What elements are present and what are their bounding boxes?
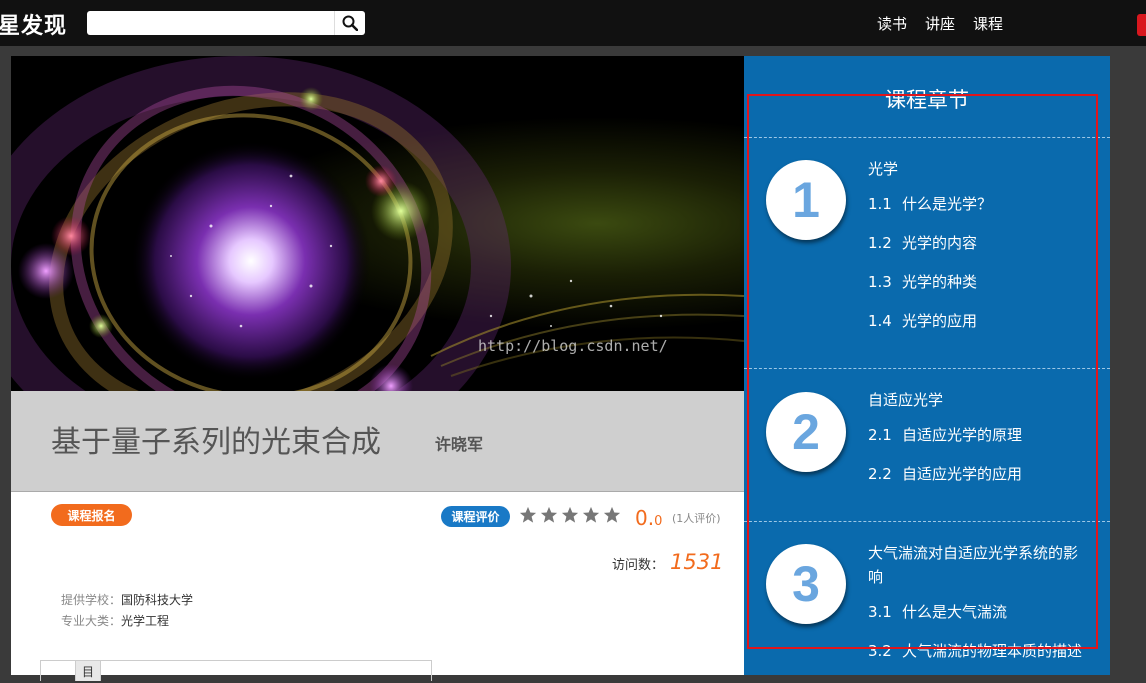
chapter-number-badge: 1 (766, 160, 846, 240)
banner-watermark: http://blog.csdn.net/ (478, 337, 668, 355)
site-logo[interactable]: 星发现 (0, 8, 67, 40)
section-title: 光学的种类 (902, 273, 978, 291)
section-title: 自适应光学的原理 (902, 426, 1023, 444)
section-link[interactable]: 1.3 光学的种类 (868, 271, 977, 292)
school-info: 提供学校：国防科技大学 (61, 591, 193, 608)
section-title: 大气湍流的物理本质的描述 (902, 642, 1083, 660)
tab-catalog[interactable]: 目 (75, 661, 101, 681)
rating-count: (1人评价) (672, 512, 721, 525)
top-navbar: 星发现 读书 讲座 课程 (0, 0, 1146, 46)
section-link[interactable]: 2.1 自适应光学的原理 (868, 424, 1022, 445)
search-button[interactable] (334, 11, 365, 35)
star-icon[interactable] (561, 506, 579, 524)
sidebar-divider (744, 137, 1110, 138)
chapter-number-badge: 3 (766, 544, 846, 624)
visit-label: 访问数： (612, 558, 665, 573)
course-teacher[interactable]: 许晓军 (435, 431, 483, 455)
major-info: 专业大类：光学工程 (61, 612, 169, 629)
course-main: http://blog.csdn.net/ 基于量子系列的光束合成 许晓军 课程… (11, 56, 744, 681)
section-number: 3.1 (868, 603, 892, 621)
visit-counter: 访问数： 1531 (612, 550, 723, 574)
chapter-title[interactable]: 光学 (868, 157, 1088, 181)
chapter-number-badge: 2 (766, 392, 846, 472)
section-number: 2.1 (868, 426, 892, 444)
section-link[interactable]: 3.2 大气湍流的物理本质的描述 (868, 640, 1082, 661)
section-number: 1.2 (868, 234, 892, 252)
rating-badge: 课程评价 (441, 506, 510, 527)
section-number: 1.1 (868, 195, 892, 213)
title-divider (11, 491, 744, 492)
section-title: 什么是大气湍流 (902, 603, 1008, 621)
star-icon[interactable] (519, 506, 537, 524)
rating-score: 0.0 (635, 506, 662, 530)
star-icon[interactable] (603, 506, 621, 524)
enroll-button[interactable]: 课程报名 (51, 504, 132, 526)
section-number: 1.3 (868, 273, 892, 291)
section-title: 光学的应用 (902, 312, 978, 330)
section-link[interactable]: 1.4 光学的应用 (868, 310, 977, 331)
section-title: 自适应光学的应用 (902, 465, 1023, 483)
section-number: 1.4 (868, 312, 892, 330)
course-title: 基于量子系列的光束合成 (51, 425, 381, 460)
section-link[interactable]: 1.1 什么是光学？ (868, 193, 992, 214)
course-banner-image: http://blog.csdn.net/ (11, 56, 744, 391)
rating-score-decimal: 0 (654, 514, 663, 529)
section-link[interactable]: 1.2 光学的内容 (868, 232, 977, 253)
search-icon (342, 15, 358, 31)
chapter-sidebar: 课程章节 1 光学 1.1 什么是光学？ 1.2 光学的内容 1.3 光学的种类 1.… (744, 56, 1110, 675)
chapter-title[interactable]: 自适应光学 (868, 388, 1088, 412)
major-label: 专业大类： (61, 614, 122, 628)
sidebar-divider (744, 521, 1110, 522)
section-title: 光学的内容 (902, 234, 978, 252)
sidebar-title: 课程章节 (885, 88, 969, 112)
school-value: 国防科技大学 (121, 593, 194, 607)
course-tabs-box: 目 (40, 660, 432, 681)
section-title: 什么是光学？ (902, 195, 993, 213)
nav-item-books[interactable]: 读书 (877, 13, 907, 34)
main-nav: 读书 讲座 课程 (877, 13, 1003, 34)
visit-count: 1531 (670, 550, 724, 574)
star-icon[interactable] (540, 506, 558, 524)
sidebar-divider (744, 368, 1110, 369)
rating-score-main: 0. (635, 506, 655, 530)
school-label: 提供学校： (61, 593, 122, 607)
section-number: 2.2 (868, 465, 892, 483)
rating-stars[interactable] (519, 506, 621, 524)
section-link[interactable]: 3.1 什么是大气湍流 (868, 601, 1007, 622)
star-icon[interactable] (582, 506, 600, 524)
user-tab-edge[interactable] (1137, 14, 1146, 36)
nav-item-courses[interactable]: 课程 (973, 13, 1003, 34)
section-number: 3.2 (868, 642, 892, 660)
chapter-title[interactable]: 大气湍流对自适应光学系统的影响 (868, 541, 1088, 589)
major-value: 光学工程 (121, 614, 170, 628)
search-box (87, 11, 365, 35)
section-link[interactable]: 2.2 自适应光学的应用 (868, 463, 1022, 484)
search-input[interactable] (91, 14, 335, 34)
course-title-bar: 基于量子系列的光束合成 许晓军 (11, 391, 744, 491)
nav-item-lectures[interactable]: 讲座 (925, 13, 955, 34)
